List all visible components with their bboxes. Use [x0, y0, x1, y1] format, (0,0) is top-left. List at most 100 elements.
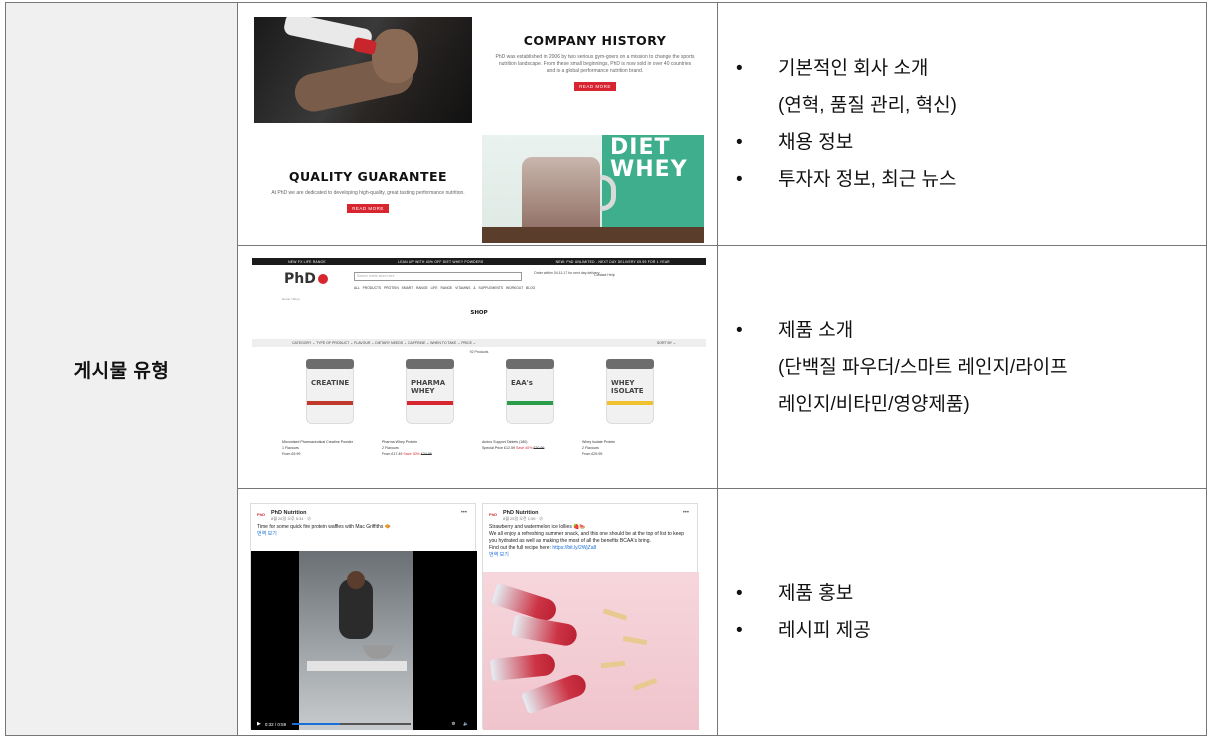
shop-page-screenshot: NEW FX LIFE RANGE LEAN UP WITH 40% OFF D…: [237, 245, 718, 489]
product-grid: CREATINE Micronised Pharmaceutical Creat…: [252, 359, 706, 457]
phd-logo[interactable]: PhD: [284, 271, 328, 287]
site-header: PhD Search entire store here Order withi…: [252, 265, 706, 293]
filter-options[interactable]: CATEGORY ⌄ TYPE OF PRODUCT ⌄ FLAVOUR ⌄ D…: [292, 341, 476, 345]
bullet-item: 제품 홍보: [736, 575, 871, 612]
product-save: Save 30%: [403, 452, 420, 456]
social-posts-screenshot: PhD PhD Nutrition 8월 26일 오후 5:31 · ⊘ ••• …: [237, 488, 718, 736]
facebook-post: PhD PhD Nutrition 8월 25일 오전 1:59 · ⊘ ••• …: [482, 503, 699, 730]
company-page-screenshot: COMPANY HISTORY PhD was established in 2…: [237, 2, 718, 246]
product-card[interactable]: EAA's Amino Support Tablets (180) Special…: [482, 359, 582, 457]
bullet-text: 투자자 정보, 최근 뉴스: [778, 169, 957, 190]
product-image[interactable]: PHARMA WHEY: [406, 359, 454, 424]
product-image[interactable]: WHEY ISOLATE: [606, 359, 654, 424]
post-text: Find out the full recipe here:: [489, 545, 553, 551]
page-avatar[interactable]: PhD: [489, 512, 503, 521]
tub-label: CREATINE: [311, 379, 350, 387]
page-avatar[interactable]: PhD: [257, 512, 271, 521]
filter-bar[interactable]: CATEGORY ⌄ TYPE OF PRODUCT ⌄ FLAVOUR ⌄ D…: [252, 339, 706, 347]
bullet-text: 기본적인 회사 소개: [778, 58, 929, 79]
bullet-item: 제품 소개 (단백질 파우더/스마트 레인지/라이프 레인지/비타민/영양제품): [736, 312, 1068, 423]
promo-text: NEW FX LIFE RANGE: [288, 259, 326, 264]
video-player[interactable]: ▶ 0:32 / 0:59 ⚙ 🔈: [251, 551, 477, 730]
product-save: Save 40%: [515, 446, 533, 450]
breadcrumb[interactable]: Home / Shop: [252, 297, 706, 301]
tub-label: PHARMA WHEY: [411, 379, 446, 395]
promo-text: LEAN UP WITH 40% OFF DIET WHEY POWDERS: [398, 259, 484, 264]
product-price: From £17.49: [382, 452, 403, 456]
bullet-item: 기본적인 회사 소개 (연혁, 품질 관리, 혁신): [736, 50, 957, 124]
bullet-item: 투자자 정보, 최근 뉴스: [736, 161, 957, 198]
history-title: COMPANY HISTORY: [523, 33, 667, 48]
content-table: 게시물 유형 COMPANY HISTORY PhD was establish…: [0, 0, 1207, 736]
post-text: Strawberry and watermelon ice lollies 🍓🍉: [489, 524, 586, 530]
tub-label: WHEY ISOLATE: [611, 379, 644, 395]
play-icon[interactable]: ▶: [257, 721, 261, 727]
translate-link[interactable]: 번역 보기: [483, 552, 697, 559]
quality-guarantee-block: QUALITY GUARANTEE At PhD we are dedicate…: [254, 135, 482, 243]
bullet-text: 레시피 제공: [778, 620, 871, 641]
header-links[interactable]: Contact Help: [594, 273, 615, 277]
category-label: 게시물 유형: [73, 360, 170, 382]
category-cell: 게시물 유형: [5, 2, 238, 736]
product-price: From £9.99: [282, 452, 301, 456]
bullet-continuation: (단백질 파우더/스마트 레인지/라이프: [778, 356, 1068, 378]
bullet-list: 기본적인 회사 소개 (연혁, 품질 관리, 혁신) 채용 정보 투자자 정보,…: [718, 50, 957, 198]
search-input[interactable]: Search entire store here: [354, 272, 522, 281]
product-price: From £29.99: [582, 452, 603, 456]
history-text: PhD was established in 2006 by two serio…: [495, 54, 695, 74]
history-read-more-button[interactable]: READ MORE: [574, 82, 616, 91]
company-description-cell: 기본적인 회사 소개 (연혁, 품질 관리, 혁신) 채용 정보 투자자 정보,…: [717, 2, 1207, 246]
bullet-text: 제품 홍보: [778, 583, 854, 604]
post-date: 8월 25일 오전 1:59 · ⊘: [503, 516, 544, 521]
athlete-drinking-image: [254, 17, 472, 123]
bullet-item: 레시피 제공: [736, 612, 871, 649]
logo-dot-icon: [317, 274, 328, 284]
product-card[interactable]: WHEY ISOLATE Whey Isolate Protein 2 Flavo…: [582, 359, 682, 457]
bullet-continuation: 레인지/비타민/영양제품): [778, 393, 970, 415]
post-text: We all enjoy a refreshing summer snack, …: [489, 531, 685, 544]
promo-text: NEW: PhD UNLIMITED - NEXT DAY DELIVERY £…: [555, 259, 670, 264]
post-text: Time for some quick fire protein waffles…: [257, 524, 391, 530]
product-was-price: £24.99: [420, 452, 432, 456]
diet-whey-shake-image: DIET WHEY: [482, 135, 704, 243]
page-title: SHOP: [470, 310, 488, 316]
logo-text: PhD: [284, 271, 316, 287]
tub-label: EAA's: [511, 379, 533, 387]
company-history-block: COMPANY HISTORY PhD was established in 2…: [486, 17, 704, 123]
product-was-price: £20.99: [533, 446, 545, 450]
delivery-countdown: Order within 04:11:17 for next day deliv…: [534, 271, 600, 275]
ice-lolly-image[interactable]: [483, 572, 699, 730]
video-progress[interactable]: [292, 723, 412, 725]
product-card[interactable]: CREATINE Micronised Pharmaceutical Creat…: [282, 359, 382, 457]
bullet-list: 제품 소개 (단백질 파우더/스마트 레인지/라이프 레인지/비타민/영양제품): [718, 312, 1068, 423]
translate-link[interactable]: 번역 보기: [251, 531, 475, 538]
settings-icon[interactable]: ⚙: [451, 721, 455, 727]
product-image[interactable]: EAA's: [506, 359, 554, 424]
quality-title: QUALITY GUARANTEE: [288, 169, 448, 184]
main-nav[interactable]: ALL PRODUCTS PROTEIN SMART RANGE LIFE RA…: [354, 286, 535, 290]
more-options-icon[interactable]: •••: [683, 510, 689, 516]
bullet-continuation: (연혁, 품질 관리, 혁신): [778, 95, 957, 116]
promo-topbar: NEW FX LIFE RANGE LEAN UP WITH 40% OFF D…: [252, 258, 706, 265]
promotion-description-cell: 제품 홍보 레시피 제공: [717, 488, 1207, 736]
recipe-link[interactable]: https://bit.ly/2WjZa8: [552, 545, 596, 551]
video-controls[interactable]: ▶ 0:32 / 0:59 ⚙ 🔈: [251, 718, 477, 730]
product-card[interactable]: PHARMA WHEY Pharma Whey Protein 2 Flavour…: [382, 359, 482, 457]
diet-whey-pack-text: DIET WHEY: [610, 135, 688, 182]
quality-text: At PhD we are dedicated to developing hi…: [271, 190, 465, 196]
more-options-icon[interactable]: •••: [461, 510, 467, 516]
bullet-text: 제품 소개: [778, 319, 854, 341]
volume-icon[interactable]: 🔈: [463, 721, 469, 727]
post-date: 8월 26일 오후 5:31 · ⊘: [271, 516, 312, 521]
bullet-text: 채용 정보: [778, 132, 854, 153]
product-description-cell: 제품 소개 (단백질 파우더/스마트 레인지/라이프 레인지/비타민/영양제품): [717, 245, 1207, 489]
quality-read-more-button[interactable]: READ MORE: [347, 204, 389, 213]
product-count: 92 Products: [469, 350, 489, 354]
bullet-item: 채용 정보: [736, 124, 957, 161]
facebook-post: PhD PhD Nutrition 8월 26일 오후 5:31 · ⊘ ••• …: [250, 503, 477, 730]
bullet-list: 제품 홍보 레시피 제공: [718, 575, 871, 649]
sort-dropdown[interactable]: SORT BY ⌄: [657, 341, 676, 345]
video-time: 0:32 / 0:59: [264, 721, 287, 727]
product-price: Special Price £12.59: [482, 446, 515, 450]
product-image[interactable]: CREATINE: [306, 359, 354, 424]
